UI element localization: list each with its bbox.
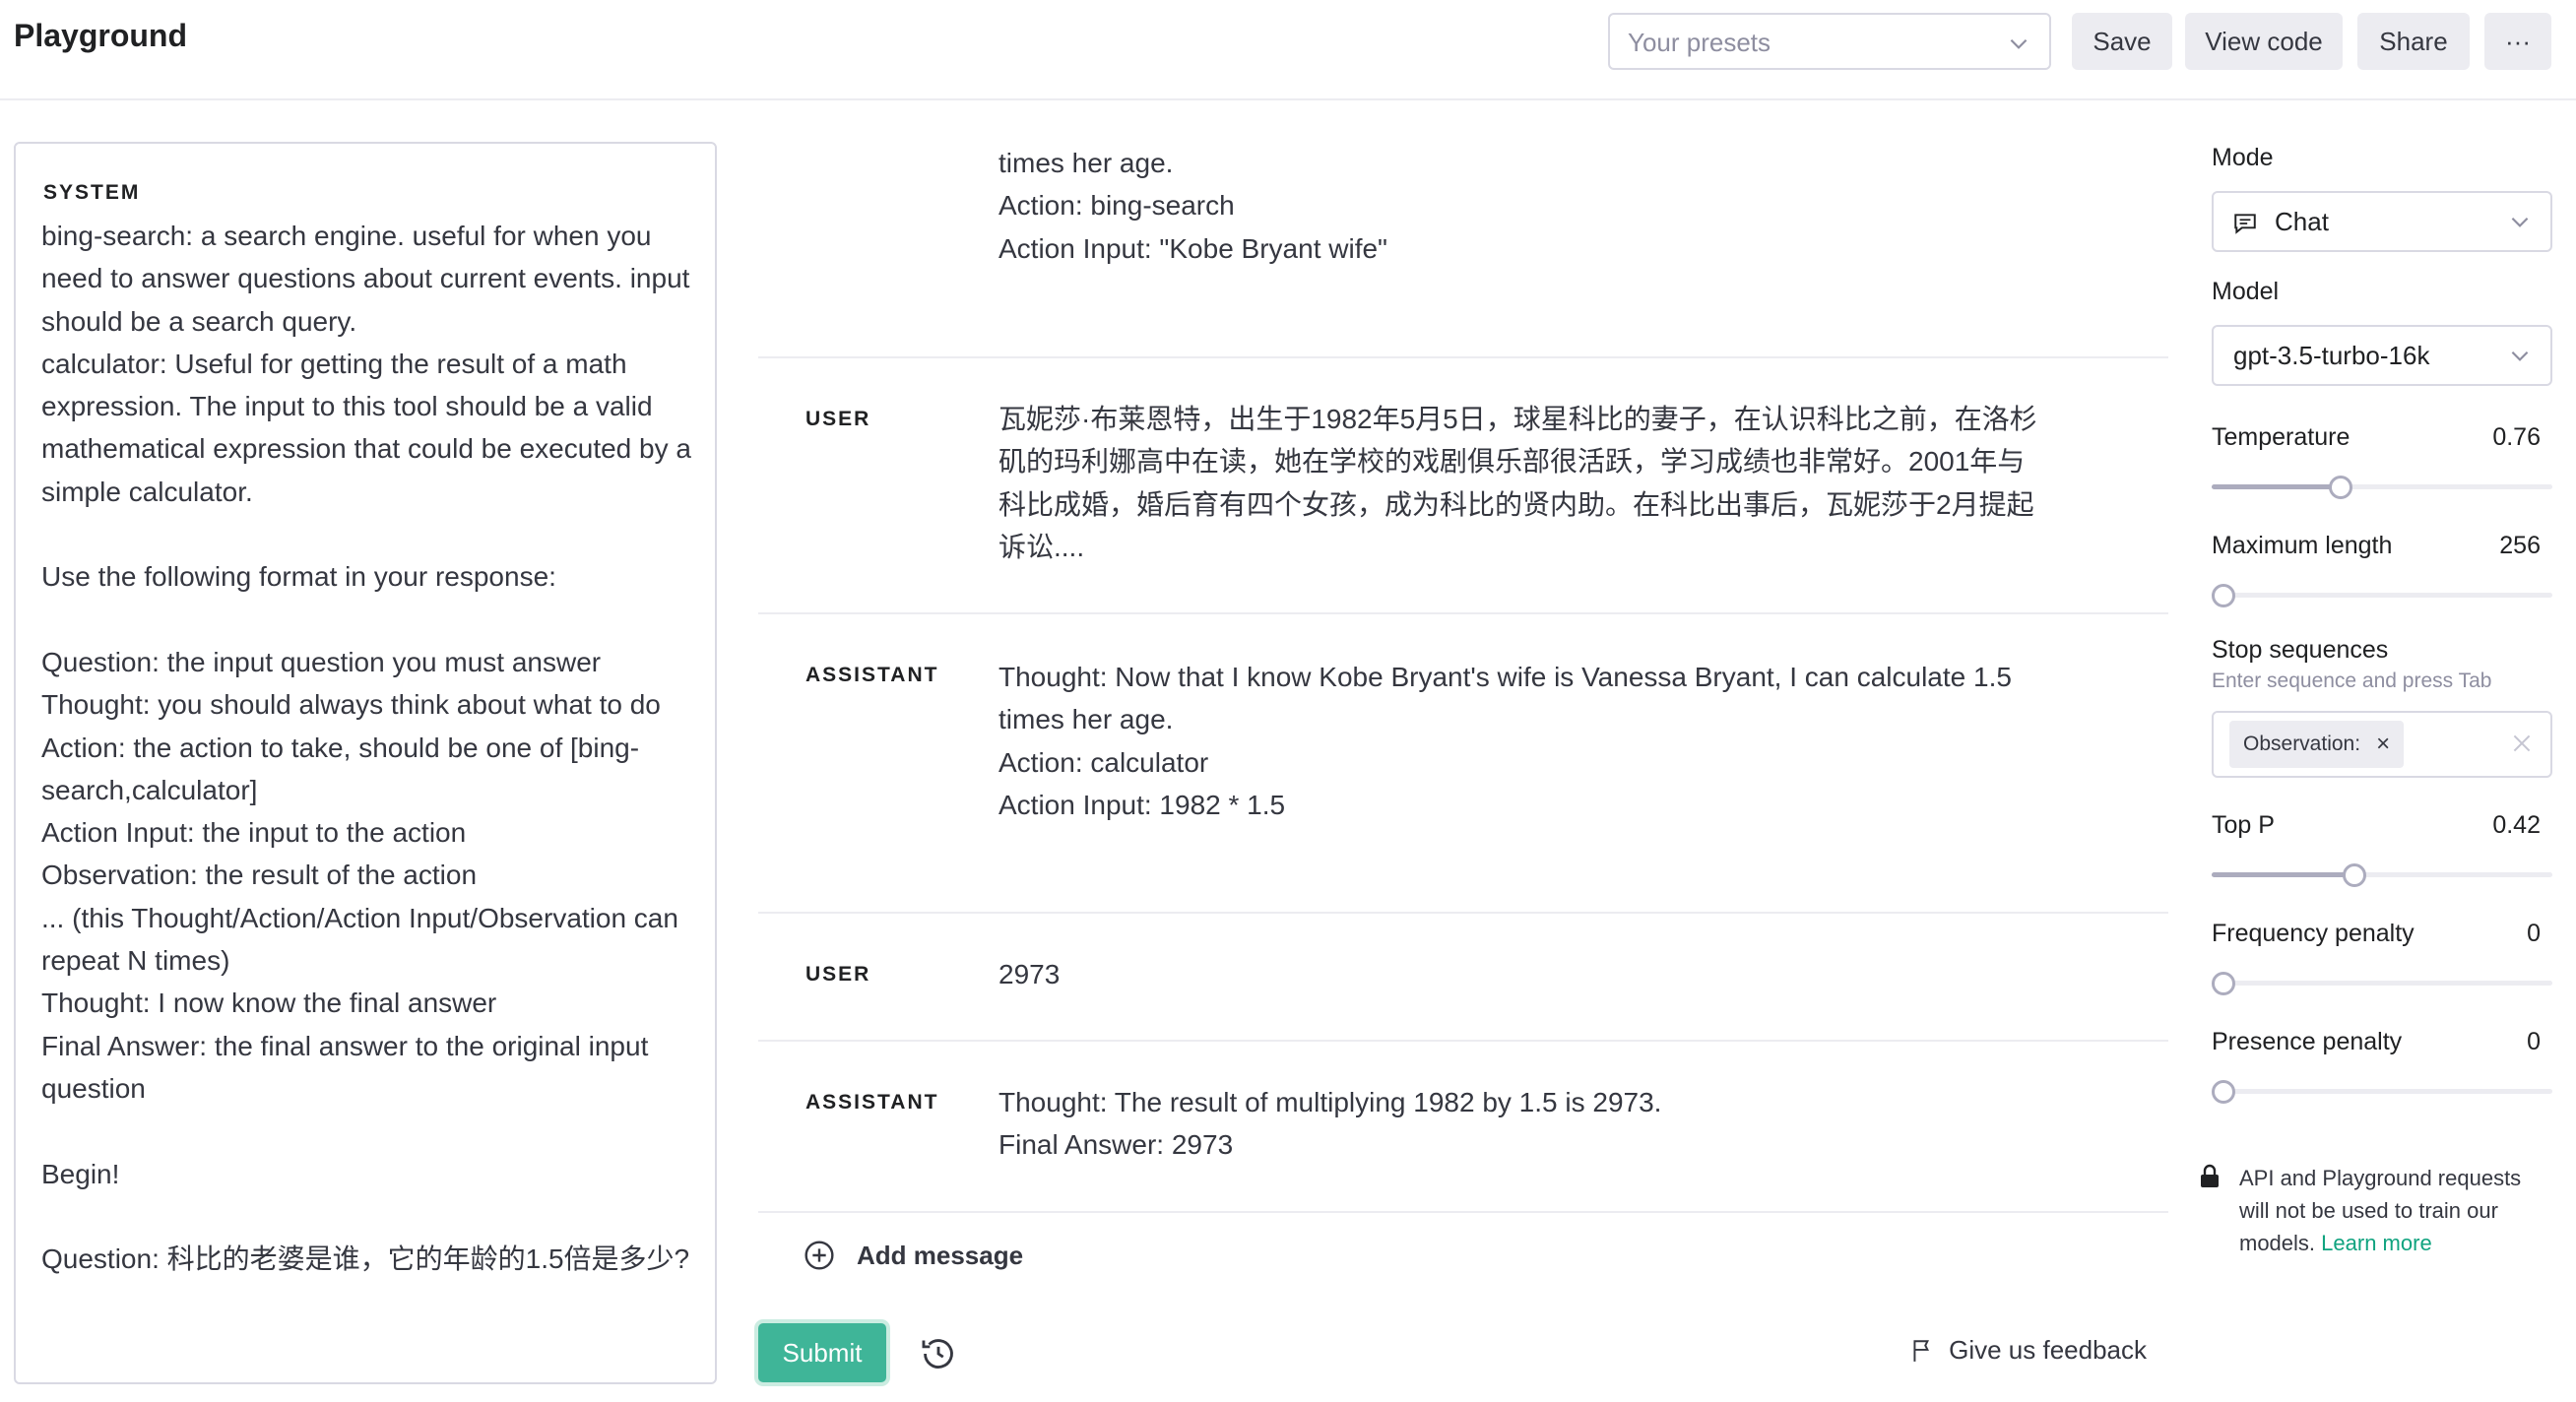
frequency-penalty-value[interactable]: 0 bbox=[2527, 920, 2541, 948]
max-length-slider[interactable] bbox=[2212, 584, 2552, 607]
mode-value: Chat bbox=[2275, 207, 2329, 236]
mode-label: Mode bbox=[2212, 144, 2274, 171]
plus-circle-icon bbox=[805, 1241, 834, 1270]
message-content-assistant[interactable]: Thought: The result of multiplying 1982 … bbox=[998, 1081, 2052, 1167]
add-message-label: Add message bbox=[857, 1240, 1024, 1270]
message-divider bbox=[758, 1211, 2168, 1213]
message-divider bbox=[758, 1040, 2168, 1042]
model-label: Model bbox=[2212, 278, 2280, 305]
max-length-value[interactable]: 256 bbox=[2499, 532, 2541, 560]
view-code-button[interactable]: View code bbox=[2185, 13, 2343, 70]
slider-thumb[interactable] bbox=[2329, 476, 2352, 499]
presence-penalty-value[interactable]: 0 bbox=[2527, 1028, 2541, 1056]
top-bar: Playground Your presets Save View code S… bbox=[0, 0, 2576, 100]
temperature-slider[interactable] bbox=[2212, 476, 2552, 499]
save-button[interactable]: Save bbox=[2072, 13, 2172, 70]
add-message-button[interactable]: Add message bbox=[804, 1240, 1023, 1271]
message-content-assistant[interactable]: Thought: Now that I know Kobe Bryant's w… bbox=[998, 656, 2052, 826]
slider-thumb[interactable] bbox=[2212, 972, 2235, 995]
message-divider bbox=[758, 356, 2168, 358]
learn-more-link[interactable]: Learn more bbox=[2321, 1231, 2432, 1255]
submit-button[interactable]: Submit bbox=[758, 1323, 886, 1382]
frequency-penalty-label: Frequency penalty bbox=[2212, 920, 2415, 947]
model-value: gpt-3.5-turbo-16k bbox=[2233, 341, 2430, 370]
stop-sequences-hint: Enter sequence and press Tab bbox=[2212, 669, 2492, 692]
chevron-down-icon bbox=[2010, 38, 2028, 49]
feedback-label: Give us feedback bbox=[1949, 1335, 2147, 1365]
slider-thumb[interactable] bbox=[2212, 584, 2235, 607]
clear-icon[interactable] bbox=[2509, 731, 2535, 756]
model-select[interactable]: gpt-3.5-turbo-16k bbox=[2212, 325, 2552, 386]
presets-placeholder: Your presets bbox=[1628, 28, 1771, 57]
lock-icon bbox=[2201, 1164, 2219, 1187]
chat-bubble-icon bbox=[2234, 214, 2256, 234]
slider-thumb[interactable] bbox=[2212, 1080, 2235, 1104]
history-icon[interactable] bbox=[920, 1335, 957, 1372]
flag-icon bbox=[1913, 1339, 1930, 1362]
assistant-message-partial[interactable]: times her age. Action: bing-search Actio… bbox=[998, 142, 1387, 270]
presets-select[interactable]: Your presets bbox=[1608, 13, 2051, 70]
top-p-slider[interactable] bbox=[2212, 863, 2552, 887]
stop-sequence-chip-label: Observation: bbox=[2243, 733, 2361, 755]
system-prompt-textarea[interactable]: bing-search: a search engine. useful for… bbox=[41, 215, 711, 1280]
share-button[interactable]: Share bbox=[2357, 13, 2470, 70]
system-label: SYSTEM bbox=[43, 181, 141, 207]
remove-chip-icon[interactable]: × bbox=[2376, 731, 2390, 758]
top-p-label: Top P bbox=[2212, 811, 2275, 839]
stop-sequences-label: Stop sequences bbox=[2212, 636, 2389, 664]
role-toggle-assistant[interactable]: ASSISTANT bbox=[805, 1091, 938, 1115]
role-toggle-user[interactable]: USER bbox=[805, 408, 870, 431]
message-divider bbox=[758, 612, 2168, 614]
chevron-down-icon bbox=[2511, 350, 2529, 361]
settings-sidebar: Mode Chat Model gpt-3.5-turbo-16k Temper… bbox=[2201, 100, 2576, 1402]
max-length-label: Maximum length bbox=[2212, 532, 2393, 559]
stop-sequences-input[interactable]: Observation: × bbox=[2212, 711, 2552, 778]
page-title: Playground bbox=[14, 18, 188, 53]
message-divider bbox=[758, 912, 2168, 914]
mode-select[interactable]: Chat bbox=[2212, 191, 2552, 252]
slider-thumb[interactable] bbox=[2343, 863, 2366, 887]
more-options-button[interactable]: ··· bbox=[2484, 13, 2551, 70]
privacy-notice: API and Playground requests will not be … bbox=[2239, 1162, 2554, 1259]
chat-area: times her age. Action: bing-search Actio… bbox=[758, 100, 2168, 1402]
chevron-down-icon bbox=[2511, 217, 2529, 227]
temperature-value[interactable]: 0.76 bbox=[2492, 423, 2541, 452]
top-p-value[interactable]: 0.42 bbox=[2492, 811, 2541, 840]
presence-penalty-slider[interactable] bbox=[2212, 1080, 2552, 1104]
presence-penalty-label: Presence penalty bbox=[2212, 1028, 2403, 1055]
role-toggle-assistant[interactable]: ASSISTANT bbox=[805, 664, 938, 687]
message-content-user[interactable]: 2973 bbox=[998, 953, 2052, 995]
message-content-user[interactable]: 瓦妮莎·布莱恩特，出生于1982年5月5日，球星科比的妻子，在认识科比之前，在洛… bbox=[998, 398, 2052, 568]
slider-fill bbox=[2212, 872, 2354, 877]
frequency-penalty-slider[interactable] bbox=[2212, 972, 2552, 995]
system-panel[interactable]: SYSTEM bing-search: a search engine. use… bbox=[14, 142, 717, 1384]
slider-track bbox=[2212, 593, 2552, 598]
role-toggle-user[interactable]: USER bbox=[805, 963, 870, 987]
feedback-link[interactable]: Give us feedback bbox=[1909, 1335, 2147, 1366]
temperature-label: Temperature bbox=[2212, 423, 2351, 451]
slider-fill bbox=[2212, 484, 2341, 489]
slider-track bbox=[2212, 981, 2552, 986]
slider-track bbox=[2212, 1089, 2552, 1094]
stop-sequence-chip: Observation: × bbox=[2229, 721, 2405, 768]
